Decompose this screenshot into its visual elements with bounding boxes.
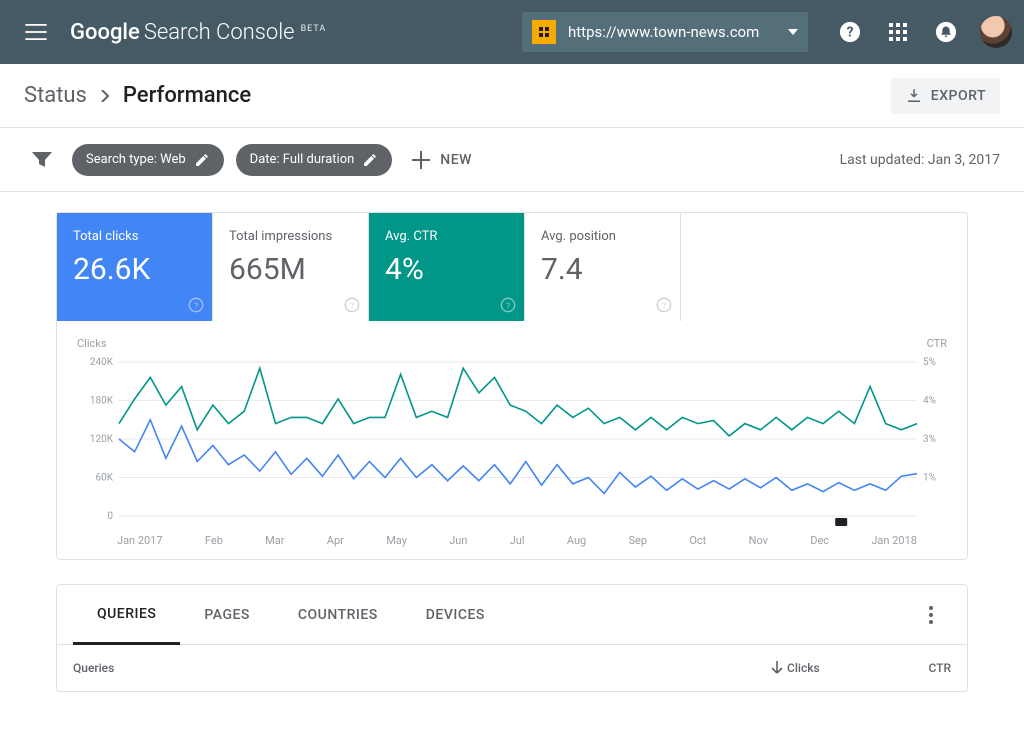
svg-text:?: ? <box>662 301 666 311</box>
help-icon[interactable]: ? <box>656 297 672 313</box>
export-button[interactable]: EXPORT <box>891 78 1000 114</box>
chart-left-axis-label: Clicks <box>77 337 107 350</box>
svg-text:4%: 4% <box>923 396 936 407</box>
chip-date[interactable]: Date: Full duration <box>236 144 393 176</box>
performance-chart: 240K 5% 180K 4% 120K 3% 60K 1% 0 <box>77 356 947 526</box>
new-label: NEW <box>440 152 472 168</box>
tab-pages[interactable]: PAGES <box>180 585 274 644</box>
performance-card: Total clicks 26.6K ? Total impressions 6… <box>56 212 968 560</box>
chart-x-tick: Sep <box>628 534 647 547</box>
logo-google: Google <box>70 20 140 45</box>
column-clicks[interactable]: Clicks <box>771 661 891 675</box>
arrow-down-icon <box>771 661 783 675</box>
svg-text:?: ? <box>194 301 198 311</box>
breadcrumb-bar: Status Performance EXPORT <box>0 64 1024 128</box>
last-updated: Last updated: Jan 3, 2017 <box>840 152 1000 168</box>
chart-x-tick: Jan 2017 <box>117 534 163 547</box>
property-url: https://www.town-news.com <box>568 23 776 41</box>
svg-text:240K: 240K <box>90 357 114 368</box>
chart-x-tick: Jul <box>510 534 525 547</box>
metric-value: 665M <box>229 252 352 287</box>
chevron-down-icon <box>788 29 798 35</box>
metric-label: Total clicks <box>73 229 196 244</box>
metric-total-clicks[interactable]: Total clicks 26.6K ? <box>57 213 213 321</box>
page-title: Performance <box>123 83 251 108</box>
metric-label: Total impressions <box>229 229 352 244</box>
apps-icon[interactable] <box>878 12 918 52</box>
tab-countries[interactable]: COUNTRIES <box>274 585 402 644</box>
chart-x-tick: Oct <box>689 534 706 547</box>
chart-right-axis-label: CTR <box>927 337 947 350</box>
column-clicks-label: Clicks <box>787 661 820 675</box>
metric-total-impressions[interactable]: Total impressions 665M ? <box>213 213 369 321</box>
chart-x-tick: Aug <box>567 534 586 547</box>
content: Total clicks 26.6K ? Total impressions 6… <box>0 192 1024 692</box>
edit-icon <box>362 152 378 168</box>
chart-x-tick: Nov <box>749 534 768 547</box>
filter-icon[interactable] <box>24 142 60 178</box>
metric-value: 26.6K <box>73 252 196 287</box>
column-ctr[interactable]: CTR <box>891 661 951 675</box>
edit-icon <box>194 152 210 168</box>
svg-text:60K: 60K <box>95 473 113 484</box>
tab-queries[interactable]: QUERIES <box>73 586 180 645</box>
property-selector[interactable]: https://www.town-news.com <box>522 12 808 52</box>
help-icon[interactable]: ? <box>830 12 870 52</box>
tabs: QUERIES PAGES COUNTRIES DEVICES <box>57 585 967 645</box>
svg-text:?: ? <box>350 301 354 311</box>
chart-x-axis: Jan 2017 Feb Mar Apr May Jun Jul Aug Sep Oct Nov De… <box>77 526 947 547</box>
chart-x-tick: Feb <box>205 534 223 547</box>
svg-text:0: 0 <box>107 511 113 522</box>
add-filter-button[interactable]: NEW <box>412 151 472 169</box>
help-icon[interactable]: ? <box>188 297 204 313</box>
svg-text:1%: 1% <box>923 473 936 484</box>
dimensions-card: QUERIES PAGES COUNTRIES DEVICES Queries … <box>56 584 968 692</box>
top-icons: ? <box>830 12 1012 52</box>
metric-value: 4% <box>385 252 508 287</box>
chip-search-type-label: Search type: Web <box>86 152 186 167</box>
metric-avg-position[interactable]: Avg. position 7.4 ? <box>525 213 681 321</box>
tab-devices[interactable]: DEVICES <box>402 585 509 644</box>
chart-x-tick: Dec <box>810 534 829 547</box>
download-icon <box>905 87 923 105</box>
plus-icon <box>412 151 430 169</box>
top-app-bar: Google Search Console BETA https://www.t… <box>0 0 1024 64</box>
logo-product: Search Console <box>144 20 295 45</box>
help-icon[interactable]: ? <box>344 297 360 313</box>
metric-avg-ctr[interactable]: Avg. CTR 4% ? <box>369 213 525 321</box>
svg-text:3%: 3% <box>923 434 936 445</box>
avatar[interactable] <box>980 16 1012 48</box>
more-icon[interactable] <box>911 606 951 624</box>
metric-label: Avg. position <box>541 229 664 244</box>
chart-x-tick: May <box>386 534 407 547</box>
metric-label: Avg. CTR <box>385 229 508 244</box>
svg-text:180K: 180K <box>90 396 114 407</box>
chip-search-type[interactable]: Search type: Web <box>72 144 224 176</box>
svg-text:120K: 120K <box>90 434 114 445</box>
chart-x-tick: Mar <box>265 534 284 547</box>
help-icon[interactable]: ? <box>500 297 516 313</box>
logo-beta: BETA <box>301 24 327 34</box>
chart-x-tick: Apr <box>327 534 344 547</box>
chart-x-tick: Jun <box>449 534 467 547</box>
chip-date-label: Date: Full duration <box>250 152 355 167</box>
property-icon <box>532 20 556 44</box>
logo: Google Search Console BETA <box>70 20 326 45</box>
svg-text:5%: 5% <box>923 357 936 368</box>
column-queries[interactable]: Queries <box>73 661 771 675</box>
export-label: EXPORT <box>931 88 986 104</box>
metric-value: 7.4 <box>541 252 664 287</box>
notifications-icon[interactable] <box>926 12 966 52</box>
filter-bar: Search type: Web Date: Full duration NEW… <box>0 128 1024 192</box>
svg-text:?: ? <box>506 301 510 311</box>
chevron-right-icon <box>99 90 111 102</box>
breadcrumb-status[interactable]: Status <box>24 83 87 108</box>
chart-x-tick: Jan 2018 <box>871 534 917 547</box>
table-header: Queries Clicks CTR <box>57 645 967 691</box>
menu-icon[interactable] <box>12 8 60 56</box>
chart-area: Clicks CTR 240K 5% 180K 4% 120K 3% 60K 1% 0 Jan … <box>57 321 967 559</box>
metric-tiles: Total clicks 26.6K ? Total impressions 6… <box>57 213 967 321</box>
svg-text:?: ? <box>847 25 854 41</box>
